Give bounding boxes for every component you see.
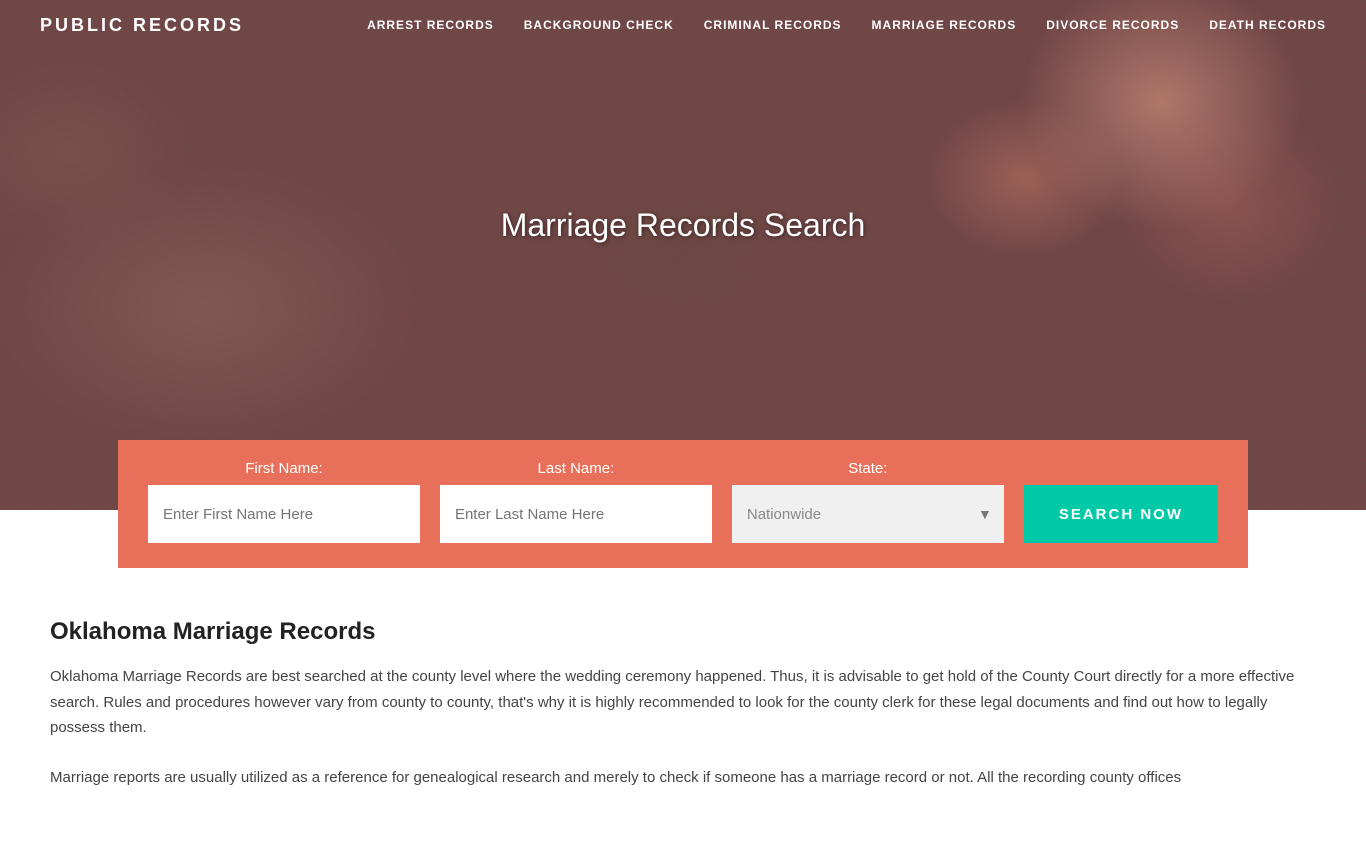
state-select-wrapper: Nationwide Alabama Alaska Arizona Arkans… [732,485,1004,543]
state-select[interactable]: Nationwide Alabama Alaska Arizona Arkans… [732,485,1004,543]
last-name-input[interactable] [440,485,712,543]
nav-item-divorce-records[interactable]: DIVORCE RECORDS [1046,18,1179,32]
content-paragraph-1: Oklahoma Marriage Records are best searc… [50,664,1316,741]
search-now-button[interactable]: SEARCH NOW [1024,485,1218,543]
content-section: Oklahoma Marriage Records Oklahoma Marri… [0,568,1366,854]
main-nav: ARREST RECORDS BACKGROUND CHECK CRIMINAL R… [367,18,1326,32]
hero-title: Marriage Records Search [501,207,866,244]
first-name-label: First Name: [148,460,420,477]
first-name-group: First Name: [148,460,420,543]
nav-item-criminal-records[interactable]: CRIMINAL RECORDS [704,18,842,32]
site-logo[interactable]: PUBLIC RECORDS [40,15,244,36]
last-name-label: Last Name: [440,460,712,477]
search-bar: First Name: Last Name: State: Nationwide… [118,440,1248,568]
hero-decoration [0,0,1366,510]
nav-item-background-check[interactable]: BACKGROUND CHECK [524,18,674,32]
nav-item-arrest-records[interactable]: ARREST RECORDS [367,18,494,32]
search-section: First Name: Last Name: State: Nationwide… [0,440,1366,568]
nav-item-marriage-records[interactable]: MARRIAGE RECORDS [872,18,1017,32]
nav-item-death-records[interactable]: DEATH RECORDS [1209,18,1326,32]
content-title: Oklahoma Marriage Records [50,618,1316,646]
last-name-group: Last Name: [440,460,712,543]
site-header: PUBLIC RECORDS ARREST RECORDS BACKGROUND … [0,0,1366,50]
hero-section: Marriage Records Search [0,0,1366,510]
content-paragraph-2: Marriage reports are usually utilized as… [50,765,1316,791]
state-group: State: Nationwide Alabama Alaska Arizona… [732,460,1004,543]
state-label: State: [732,460,1004,477]
first-name-input[interactable] [148,485,420,543]
